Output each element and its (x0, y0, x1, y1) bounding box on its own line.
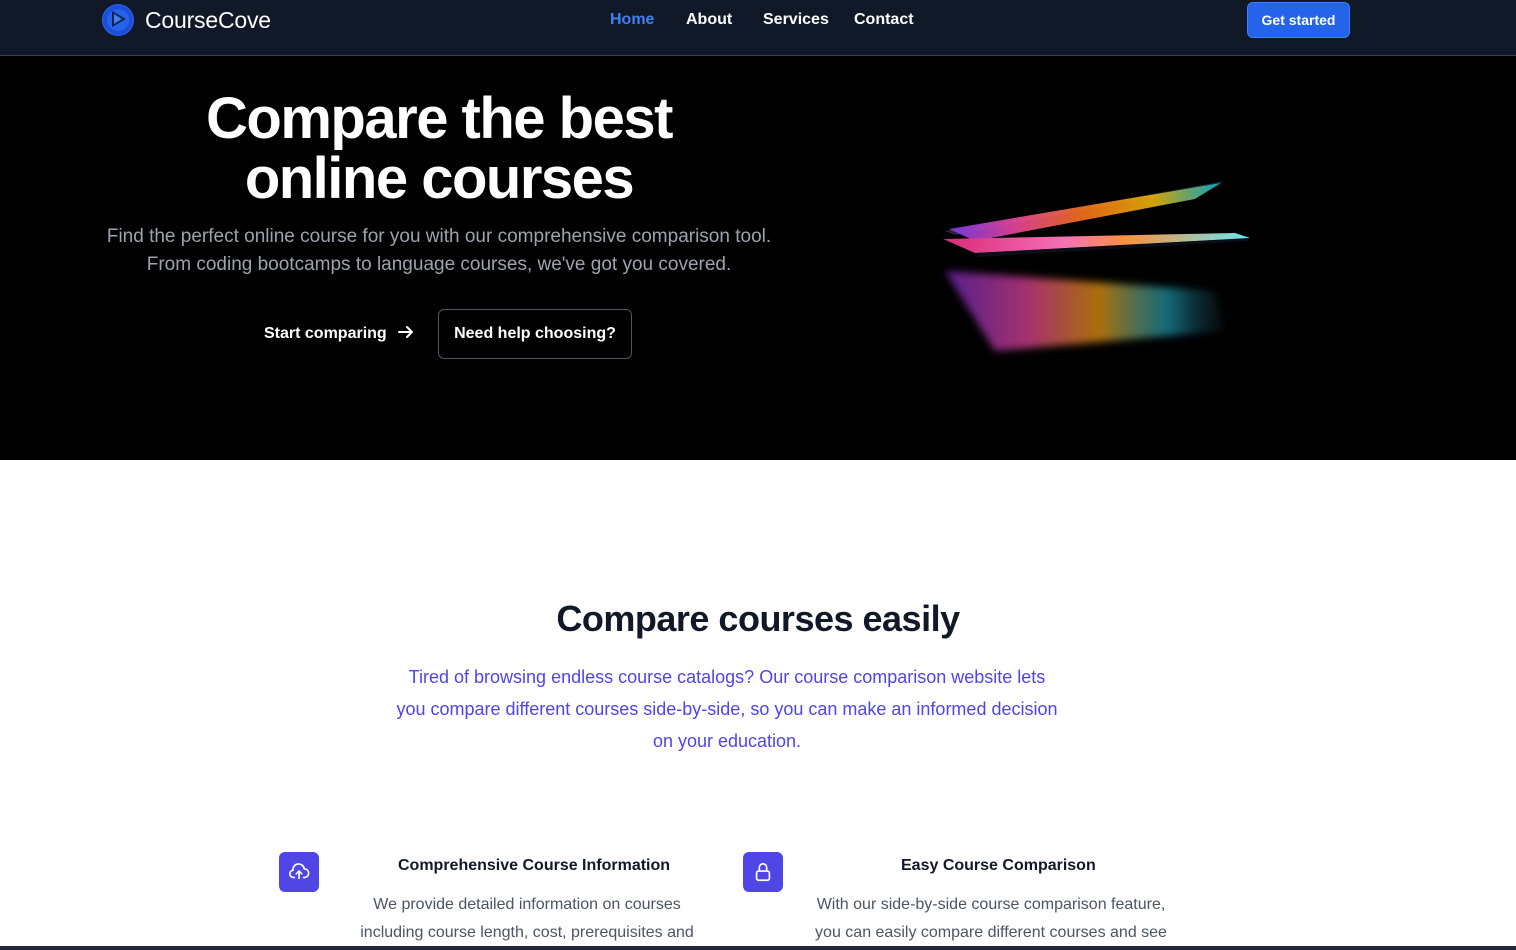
feature-text-line2: including course length, cost, prerequis… (360, 924, 694, 941)
start-comparing-label: Start comparing (264, 325, 387, 342)
features-description: Tired of browsing endless course catalog… (396, 667, 1058, 751)
feature-title: Comprehensive Course Information (398, 857, 671, 874)
feature-text-line1: We provide detailed information on cours… (373, 896, 681, 913)
need-help-button[interactable]: Need help choosing? (438, 309, 632, 359)
bottom-border (0, 946, 1516, 950)
feature-text-line1: With our side-by-side course comparison … (816, 896, 1166, 913)
lock-icon (743, 852, 783, 892)
nav-home-link[interactable]: Home (610, 11, 654, 29)
hero-subtitle: Find the perfect online course for you w… (100, 223, 778, 279)
laptop-image (935, 171, 1255, 361)
hero-subtitle-line1: Find the perfect online course for you w… (106, 226, 772, 247)
navbar: CourseCove Home About Services Contact G… (0, 0, 1516, 56)
hero-title-line1: Compare the best (206, 86, 673, 151)
get-started-button[interactable]: Get started (1247, 2, 1350, 38)
nav-services-link[interactable]: Services (763, 11, 829, 29)
feature-text-line2: you can easily compare different courses… (815, 924, 1167, 941)
feature-title: Easy Course Comparison (901, 857, 1096, 874)
hero-subtitle-line2: From coding bootcamps to language course… (146, 254, 732, 275)
hero-title: Compare the best online courses (100, 89, 778, 209)
nav-contact-link[interactable]: Contact (854, 11, 914, 29)
hero-section: Compare the best online courses Find the… (0, 56, 1516, 460)
feature-text: We provide detailed information on cours… (343, 891, 711, 947)
start-comparing-button[interactable]: Start comparing (264, 321, 415, 347)
feature-text: With our side-by-side course comparison … (807, 891, 1175, 947)
nav-about-link[interactable]: About (686, 11, 732, 29)
hero-title-line2: online courses (244, 146, 635, 211)
cloud-upload-icon (279, 852, 319, 892)
arrow-right-icon (397, 323, 415, 346)
features-title: Compare courses easily (556, 598, 960, 639)
